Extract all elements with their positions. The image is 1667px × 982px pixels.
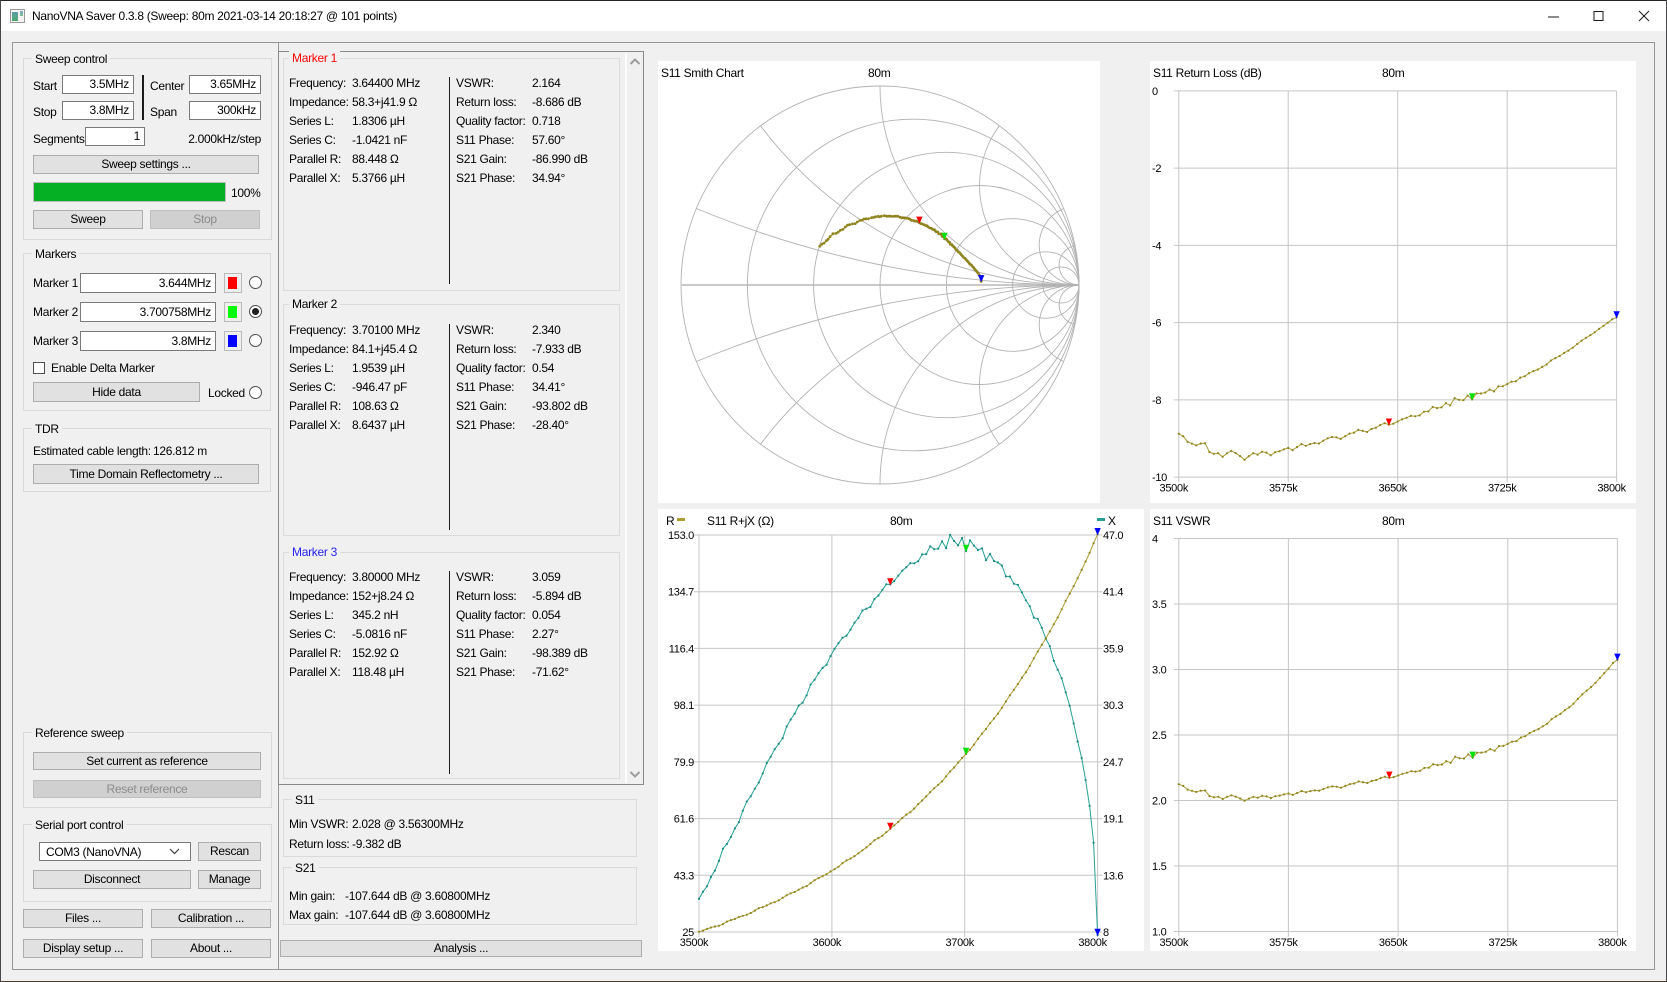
- svg-text:3725k: 3725k: [1488, 483, 1517, 495]
- svg-text:116.4: 116.4: [669, 643, 694, 655]
- svg-text:0: 0: [1152, 86, 1158, 98]
- svg-text:1.5: 1.5: [1152, 861, 1167, 873]
- svg-text:30.3: 30.3: [1103, 700, 1123, 712]
- svg-text:-4: -4: [1152, 240, 1161, 252]
- svg-text:134.7: 134.7: [668, 587, 694, 599]
- svg-text:47.0: 47.0: [1103, 530, 1123, 542]
- svg-text:79.9: 79.9: [674, 757, 694, 769]
- svg-text:3650k: 3650k: [1378, 483, 1407, 495]
- svg-text:3500k: 3500k: [1160, 937, 1189, 949]
- svg-text:3500k: 3500k: [1160, 483, 1189, 495]
- svg-text:19.1: 19.1: [1103, 814, 1123, 826]
- svg-text:3.0: 3.0: [1152, 665, 1167, 677]
- svg-text:153.0: 153.0: [668, 530, 694, 542]
- svg-text:-8: -8: [1152, 395, 1161, 407]
- svg-text:-6: -6: [1152, 318, 1161, 330]
- svg-text:43.3: 43.3: [674, 870, 694, 882]
- svg-text:3575k: 3575k: [1269, 483, 1298, 495]
- svg-text:98.1: 98.1: [674, 700, 694, 712]
- svg-text:3800k: 3800k: [1597, 483, 1626, 495]
- svg-text:3800k: 3800k: [1078, 937, 1107, 949]
- svg-text:13.6: 13.6: [1103, 870, 1123, 882]
- svg-text:2.5: 2.5: [1152, 730, 1167, 742]
- svg-text:3500k: 3500k: [680, 937, 709, 949]
- svg-text:3.5: 3.5: [1152, 599, 1167, 611]
- svg-text:-2: -2: [1152, 163, 1161, 175]
- svg-text:3650k: 3650k: [1379, 937, 1408, 949]
- svg-text:3575k: 3575k: [1269, 937, 1298, 949]
- svg-text:3725k: 3725k: [1489, 937, 1518, 949]
- svg-text:24.7: 24.7: [1103, 757, 1123, 769]
- svg-text:3800k: 3800k: [1598, 937, 1627, 949]
- svg-text:3700k: 3700k: [945, 937, 974, 949]
- svg-text:35.9: 35.9: [1103, 643, 1123, 655]
- svg-text:4: 4: [1152, 534, 1158, 546]
- svg-text:41.4: 41.4: [1103, 587, 1123, 599]
- svg-text:61.6: 61.6: [674, 814, 694, 826]
- svg-text:2.0: 2.0: [1152, 796, 1167, 808]
- svg-text:3600k: 3600k: [813, 937, 842, 949]
